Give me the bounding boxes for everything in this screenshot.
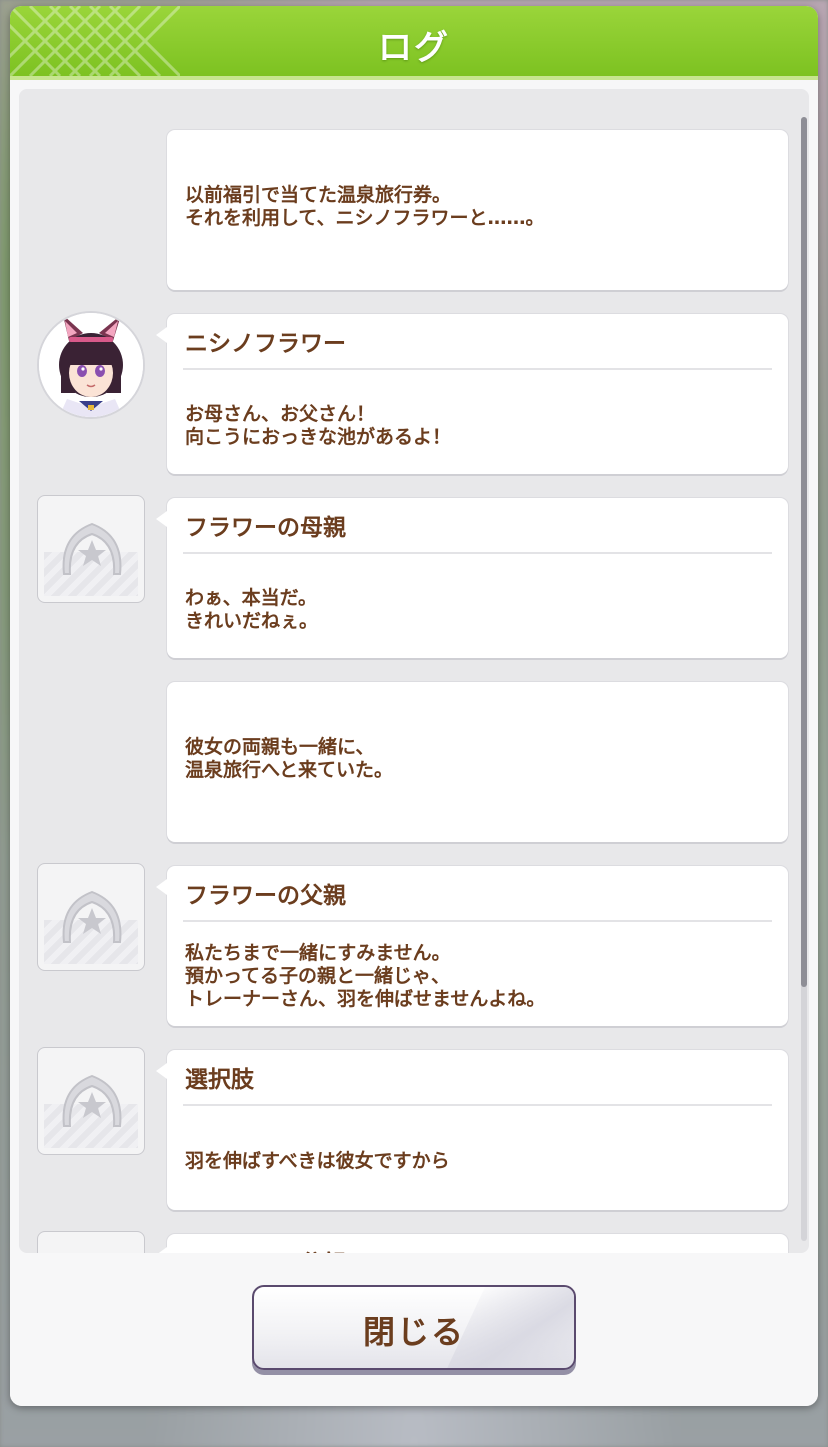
message-text: 私たちまで一緒にすみません。 預かってる子の親と一緒じゃ、 トレーナーさん、羽を… — [185, 942, 546, 1010]
horseshoe-placeholder-icon — [62, 890, 122, 943]
message-text: わぁ、本当だ。 きれいだねぇ。 — [185, 587, 319, 632]
horseshoe-placeholder-icon — [62, 522, 122, 575]
placeholder-avatar — [37, 1231, 145, 1253]
log-scrollbar[interactable] — [801, 117, 807, 1241]
speaker-divider — [183, 920, 772, 922]
speaker-name: ニシノフラワー — [185, 331, 346, 357]
message-text: 以前福引で当てた温泉旅行券。 それを利用して、ニシノフラワーと……。 — [185, 184, 545, 229]
log-scroll-area[interactable]: 以前福引で当てた温泉旅行券。 それを利用して、ニシノフラワーと……。 ニシノフラ… — [19, 89, 809, 1253]
message-bubble: 選択肢 羽を伸ばすべきは彼女ですから — [156, 1050, 788, 1210]
character-portrait-avatar — [37, 311, 145, 419]
dialog-header: ログ — [10, 6, 818, 80]
bubble-tail — [156, 879, 167, 895]
message-bubble: 以前福引で当てた温泉旅行券。 それを利用して、ニシノフラワーと……。 — [167, 130, 788, 290]
bubble-tail — [156, 511, 167, 527]
message-bubble: ニシノフラワー お母さん、お父さん！ 向こうにおっきな池があるよ！ — [156, 314, 788, 474]
character-portrait-icon — [39, 313, 143, 417]
horseshoe-placeholder-icon — [60, 1252, 124, 1253]
log-dialog: ログ 以前福引で当てた温泉旅行券。 それを利用して、ニシノフラワーと……。 ニシ… — [10, 6, 818, 1406]
message-bubble: 彼女の両親も一緒に、 温泉旅行へと来ていた。 — [167, 682, 788, 842]
speaker-name: 選択肢 — [185, 1067, 254, 1093]
dialog-title: ログ — [378, 28, 450, 68]
message-bubble: フラワーの母親 わぁ、本当だ。 きれいだねぇ。 — [156, 498, 788, 658]
speaker-divider — [183, 1104, 772, 1106]
placeholder-avatar — [37, 1047, 145, 1155]
speaker-name: フラワーの母親 — [185, 515, 346, 541]
horseshoe-placeholder-icon — [62, 1074, 122, 1127]
speaker-divider — [183, 368, 772, 370]
bubble-tail — [156, 1063, 167, 1079]
message-bubble: フラワーの父親 — [156, 1234, 788, 1253]
placeholder-avatar — [37, 495, 145, 603]
placeholder-avatar — [37, 863, 145, 971]
speaker-name: フラワーの父親 — [185, 1244, 346, 1253]
dialog-footer: 閉じる — [10, 1256, 818, 1406]
scrollbar-thumb[interactable] — [801, 117, 807, 987]
speaker-name: フラワーの父親 — [185, 883, 346, 909]
message-bubble: フラワーの父親 私たちまで一緒にすみません。 預かってる子の親と一緒じゃ、 トレ… — [156, 866, 788, 1026]
close-button-label: 閉じる — [362, 1313, 465, 1351]
speaker-divider — [183, 552, 772, 554]
message-text: 羽を伸ばすべきは彼女ですから — [185, 1150, 450, 1172]
close-button[interactable]: 閉じる — [252, 1285, 576, 1370]
bubble-tail — [156, 327, 167, 343]
message-text: 彼女の両親も一緒に、 温泉旅行へと来ていた。 — [185, 736, 394, 781]
message-text: お母さん、お父さん！ 向こうにおっきな池があるよ！ — [185, 403, 452, 448]
bubble-tail — [156, 1247, 167, 1253]
